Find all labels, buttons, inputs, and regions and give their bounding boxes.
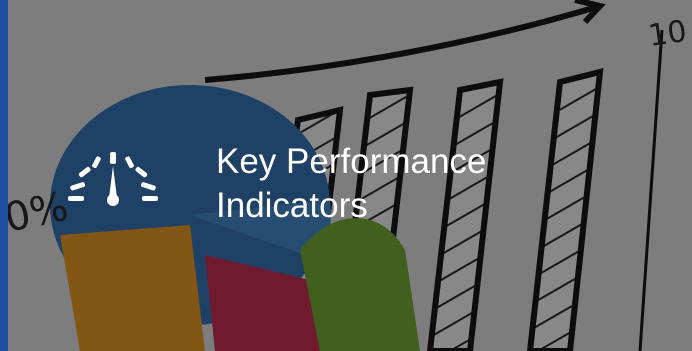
- title-line-2: Indicators: [216, 186, 368, 225]
- accent-bar: [0, 0, 8, 351]
- tile-title: Key Performance Indicators: [216, 140, 636, 228]
- speedometer-icon: [68, 152, 158, 206]
- title-line-1: Key Performance: [216, 142, 487, 181]
- kpi-tile[interactable]: 10 0% Key Performance Indicators: [0, 0, 692, 351]
